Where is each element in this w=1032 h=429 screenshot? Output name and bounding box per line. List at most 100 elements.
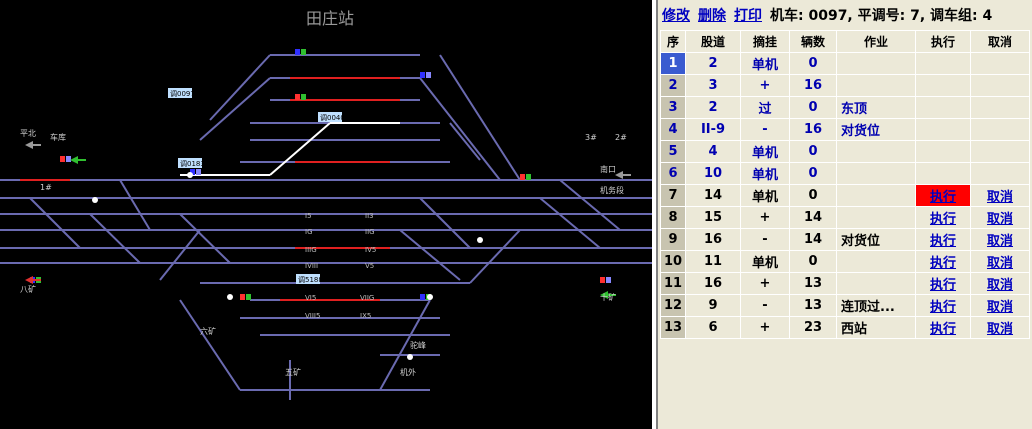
row-op: +	[740, 206, 790, 229]
col-job: 作业	[836, 30, 916, 53]
cancel-link[interactable]: 取消	[987, 322, 1013, 337]
row-exec: 执行	[915, 250, 971, 273]
row-exec: 执行	[915, 206, 971, 229]
table-row[interactable]: 7 14 单机 0 执行 取消	[660, 184, 1030, 207]
track-label: VI5	[305, 294, 316, 302]
execute-link[interactable]: 执行	[930, 190, 956, 205]
row-cars: 14	[789, 206, 837, 229]
print-button[interactable]: 打印	[734, 5, 762, 25]
table-row[interactable]: 4 II-9-16 对货位	[660, 118, 1030, 141]
track-segment	[159, 229, 201, 281]
place-label: 1#	[40, 183, 52, 192]
table-row[interactable]: 10 11 单机 0 执行 取消	[660, 250, 1030, 273]
table-row[interactable]: 3 2 过 0 东顶	[660, 96, 1030, 119]
track-label: IVIII	[305, 262, 318, 270]
row-exec	[915, 52, 971, 75]
table-row[interactable]: 11 16 +13 执行 取消	[660, 272, 1030, 295]
track-segment	[419, 197, 471, 249]
row-exec: 执行	[915, 316, 971, 339]
switch-dot	[477, 237, 483, 243]
execute-link[interactable]: 执行	[930, 212, 956, 227]
cancel-link[interactable]: 取消	[987, 190, 1013, 205]
table-row[interactable]: 5 4 单机 0	[660, 140, 1030, 163]
signal-icon	[196, 169, 201, 175]
table-row[interactable]: 1 2 单机 0	[660, 52, 1030, 75]
execute-link[interactable]: 执行	[930, 278, 956, 293]
row-cars: 0	[789, 184, 837, 207]
row-seq: 13	[660, 316, 686, 339]
table-row[interactable]: 9 16-14 对货位 执行 取消	[660, 228, 1030, 251]
track-label: II3	[365, 212, 374, 220]
track-label: V5	[365, 262, 374, 270]
row-exec: 执行	[915, 294, 971, 317]
cancel-link[interactable]: 取消	[987, 234, 1013, 249]
signal-icon	[301, 94, 306, 100]
row-track: 4	[685, 140, 741, 163]
row-seq: 1	[660, 52, 686, 75]
track-segment	[119, 179, 151, 231]
table-row[interactable]: 8 15 +14 执行 取消	[660, 206, 1030, 229]
row-op: 单机	[740, 250, 790, 273]
row-cancel	[970, 74, 1030, 97]
track-label: IX5	[360, 312, 371, 320]
row-cancel: 取消	[970, 272, 1030, 295]
row-op: -	[740, 294, 790, 317]
place-label: 五矿	[285, 367, 301, 377]
table-row[interactable]: 12 9-13 连顶过... 执行 取消	[660, 294, 1030, 317]
edit-button[interactable]: 修改	[662, 5, 690, 25]
track-segment	[269, 122, 331, 176]
shunting-table: 序 股道 摘挂 辆数 作业 执行 取消 1 2 单机 0 2 3 +16 3 2 过 0 东顶 4 II-…	[660, 30, 1030, 339]
track-label: IG	[305, 228, 313, 236]
table-row[interactable]: 2 3 +16	[660, 74, 1030, 97]
row-op: 单机	[740, 52, 790, 75]
delete-button[interactable]: 删除	[698, 5, 726, 25]
toolbar: 修改 删除 打印 机车: 0097, 平调号: 7, 调车组: 4	[658, 0, 1032, 30]
row-job	[836, 52, 916, 75]
place-label: 2#	[615, 133, 627, 142]
row-cancel: 取消	[970, 206, 1030, 229]
direction-arrow-icon	[25, 276, 33, 284]
row-job	[836, 140, 916, 163]
train-number: 调5188	[298, 275, 323, 284]
row-job: 对货位	[836, 118, 916, 141]
execute-link[interactable]: 执行	[930, 300, 956, 315]
execute-link[interactable]: 执行	[930, 256, 956, 271]
row-job	[836, 162, 916, 185]
row-exec	[915, 96, 971, 119]
execute-link[interactable]: 执行	[930, 234, 956, 249]
train-number: 调0040	[320, 113, 345, 122]
row-op: +	[740, 74, 790, 97]
row-exec: 执行	[915, 184, 971, 207]
track-layout: 田庄站 平北南口机务段八矿十矿六矿五矿 机外 驼峰 车库 3# 2# 1# I5 IG II3 II…	[0, 9, 652, 400]
row-cars: 0	[789, 52, 837, 75]
direction-arrow-icon	[615, 171, 623, 179]
cancel-link[interactable]: 取消	[987, 278, 1013, 293]
table-row[interactable]: 6 10 单机 0	[660, 162, 1030, 185]
signal-icon	[606, 277, 611, 283]
row-op: 单机	[740, 140, 790, 163]
row-cars: 0	[789, 140, 837, 163]
track-segment	[29, 197, 81, 249]
track-segment	[209, 54, 271, 121]
place-label: 六矿	[200, 326, 216, 336]
row-cancel: 取消	[970, 250, 1030, 273]
signal-icon	[66, 156, 71, 162]
track-label: IIIG	[305, 246, 317, 254]
row-track: II-9	[685, 118, 741, 141]
row-cars: 23	[789, 316, 837, 339]
place-label: 南口	[600, 164, 616, 174]
col-seq: 序	[660, 30, 686, 53]
table-row[interactable]: 13 6 +23 西站 执行 取消	[660, 316, 1030, 339]
row-cars: 16	[789, 118, 837, 141]
row-job: 西站	[836, 316, 916, 339]
row-exec: 执行	[915, 272, 971, 295]
row-cancel	[970, 52, 1030, 75]
row-cars: 14	[789, 228, 837, 251]
track-label: VIII5	[305, 312, 320, 320]
execute-link[interactable]: 执行	[930, 322, 956, 337]
cancel-link[interactable]: 取消	[987, 212, 1013, 227]
signal-icon	[526, 174, 531, 180]
cancel-link[interactable]: 取消	[987, 300, 1013, 315]
cancel-link[interactable]: 取消	[987, 256, 1013, 271]
row-cars: 13	[789, 272, 837, 295]
